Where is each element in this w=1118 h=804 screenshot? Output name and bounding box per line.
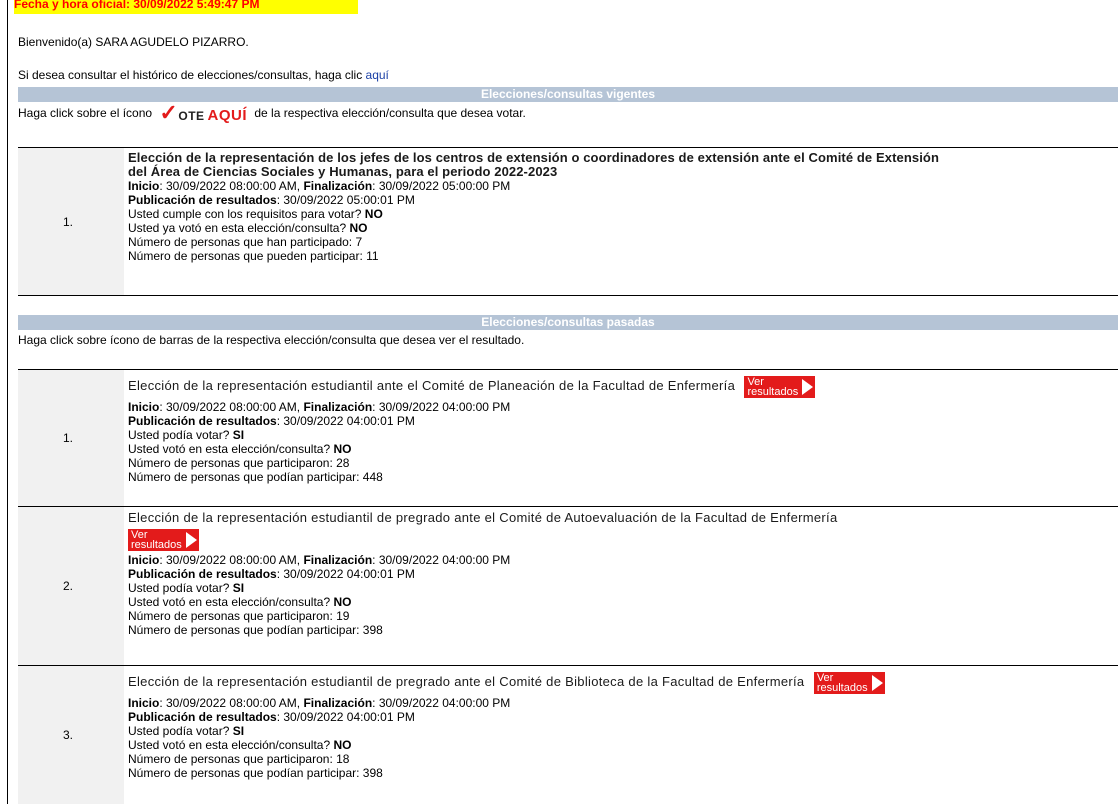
- participated-count: Número de personas que han participado: …: [128, 235, 363, 249]
- voted-line: Usted votó en esta elección/consulta? NO: [128, 595, 352, 609]
- item-content: Elección de la representación estudianti…: [128, 511, 1118, 637]
- dates-line: Inicio: 30/09/2022 08:00:00 AM, Finaliza…: [128, 400, 511, 414]
- play-arrow-icon: [802, 379, 814, 395]
- voted-line: Usted votó en esta elección/consulta? NO: [128, 442, 352, 456]
- election-title-line1: Elección de la representación de los jef…: [128, 151, 939, 165]
- eligible-count: Número de personas que podían participar…: [128, 766, 383, 780]
- publication-line: Publicación de resultados: 30/09/2022 04…: [128, 414, 415, 428]
- past-election-item: 1. Elección de la representación estudia…: [18, 369, 1118, 506]
- item-number: 2.: [62, 579, 73, 593]
- eligibility-line: Usted podía votar? SI: [128, 724, 245, 738]
- welcome-prefix: Bienvenido(a): [18, 35, 96, 49]
- official-date-banner: Fecha y hora oficial: 30/09/2022 5:49:47…: [14, 0, 358, 14]
- view-results-button[interactable]: Ver resultados: [813, 672, 885, 694]
- eligible-count: Número de personas que pueden participar…: [128, 249, 379, 263]
- item-content: Elección de la representación estudianti…: [128, 672, 1118, 780]
- item-number: 1.: [62, 214, 73, 229]
- results-instructions: Haga click sobre ícono de barras de la r…: [18, 333, 525, 347]
- participated-count: Número de personas que participaron: 28: [128, 456, 350, 470]
- voted-line: Usted ya votó en esta elección/consulta?…: [128, 221, 368, 235]
- item-content: Elección de la representación de los jef…: [128, 151, 1118, 263]
- election-title-line2: del Área de Ciencias Sociales y Humanas,…: [128, 164, 558, 179]
- election-title: Elección de la representación estudianti…: [128, 674, 805, 690]
- item-number-cell: 2.: [18, 507, 124, 665]
- election-title: Elección de la representación estudianti…: [128, 378, 736, 394]
- play-arrow-icon: [185, 532, 197, 548]
- item-number-cell: 3.: [18, 666, 124, 804]
- past-election-item: 2. Elección de la representación estudia…: [18, 506, 1118, 665]
- past-elections-header: Elecciones/consultas pasadas: [18, 315, 1118, 330]
- past-election-item: 3. Elección de la representación estudia…: [18, 665, 1118, 804]
- publication-line: Publicación de resultados: 30/09/2022 05…: [128, 193, 415, 207]
- vote-instr-before: Haga click sobre el ícono: [18, 106, 153, 121]
- welcome-message: Bienvenido(a) SARA AGUDELO PIZARRO.: [18, 35, 249, 49]
- history-link[interactable]: aquí: [366, 68, 389, 82]
- eligibility-line: Usted cumple con los requisitos para vot…: [128, 207, 383, 221]
- eligibility-line: Usted podía votar? SI: [128, 428, 245, 442]
- vote-icon-ote: OTE: [178, 109, 205, 123]
- vote-instructions: Haga click sobre el ícono ✓OTE AQUÍ de la…: [18, 102, 526, 125]
- eligible-count: Número de personas que podían participar…: [128, 470, 383, 484]
- user-name: SARA AGUDELO PIZARRO.: [95, 35, 249, 49]
- view-results-button[interactable]: Ver resultados: [128, 529, 199, 551]
- title-row: Ver resultados: [128, 525, 1118, 553]
- dates-line: Inicio: 30/09/2022 08:00:00 AM, Finaliza…: [128, 696, 511, 710]
- left-border: [7, 0, 8, 804]
- check-icon: ✓: [159, 100, 179, 125]
- dates-line: Inicio: 30/09/2022 08:00:00 AM, Finaliza…: [128, 179, 511, 193]
- eligible-count: Número de personas que podían participar…: [128, 623, 383, 637]
- item-number-cell: 1.: [18, 370, 124, 506]
- eligibility-line: Usted podía votar? SI: [128, 581, 245, 595]
- voted-line: Usted votó en esta elección/consulta? NO: [128, 738, 352, 752]
- participated-count: Número de personas que participaron: 19: [128, 609, 350, 623]
- participated-count: Número de personas que participaron: 18: [128, 752, 350, 766]
- item-content: Elección de la representación estudianti…: [128, 376, 1118, 484]
- vote-here-icon: ✓OTE AQUÍ: [159, 102, 248, 125]
- publication-line: Publicación de resultados: 30/09/2022 04…: [128, 710, 415, 724]
- history-text: Si desea consultar el histórico de elecc…: [18, 68, 366, 82]
- item-number: 3.: [62, 728, 73, 742]
- history-message: Si desea consultar el histórico de elecc…: [18, 68, 389, 82]
- title-row: Elección de la representación estudianti…: [128, 672, 1118, 696]
- vote-instr-after: de la respectiva elección/consulta que d…: [254, 106, 526, 121]
- view-results-button[interactable]: Ver resultados: [744, 376, 816, 398]
- vote-icon-aqui: AQUÍ: [207, 107, 248, 124]
- play-arrow-icon: [871, 675, 883, 691]
- current-election-item: 1. Elección de la representación de los …: [18, 147, 1118, 296]
- current-elections-header: Elecciones/consultas vigentes: [18, 87, 1118, 102]
- dates-line: Inicio: 30/09/2022 08:00:00 AM, Finaliza…: [128, 553, 511, 567]
- election-title: Elección de la representación estudianti…: [128, 511, 838, 525]
- title-row: Elección de la representación estudianti…: [128, 376, 1118, 400]
- publication-line: Publicación de resultados: 30/09/2022 04…: [128, 567, 415, 581]
- item-number: 1.: [62, 431, 73, 445]
- item-number-cell: 1.: [18, 148, 124, 295]
